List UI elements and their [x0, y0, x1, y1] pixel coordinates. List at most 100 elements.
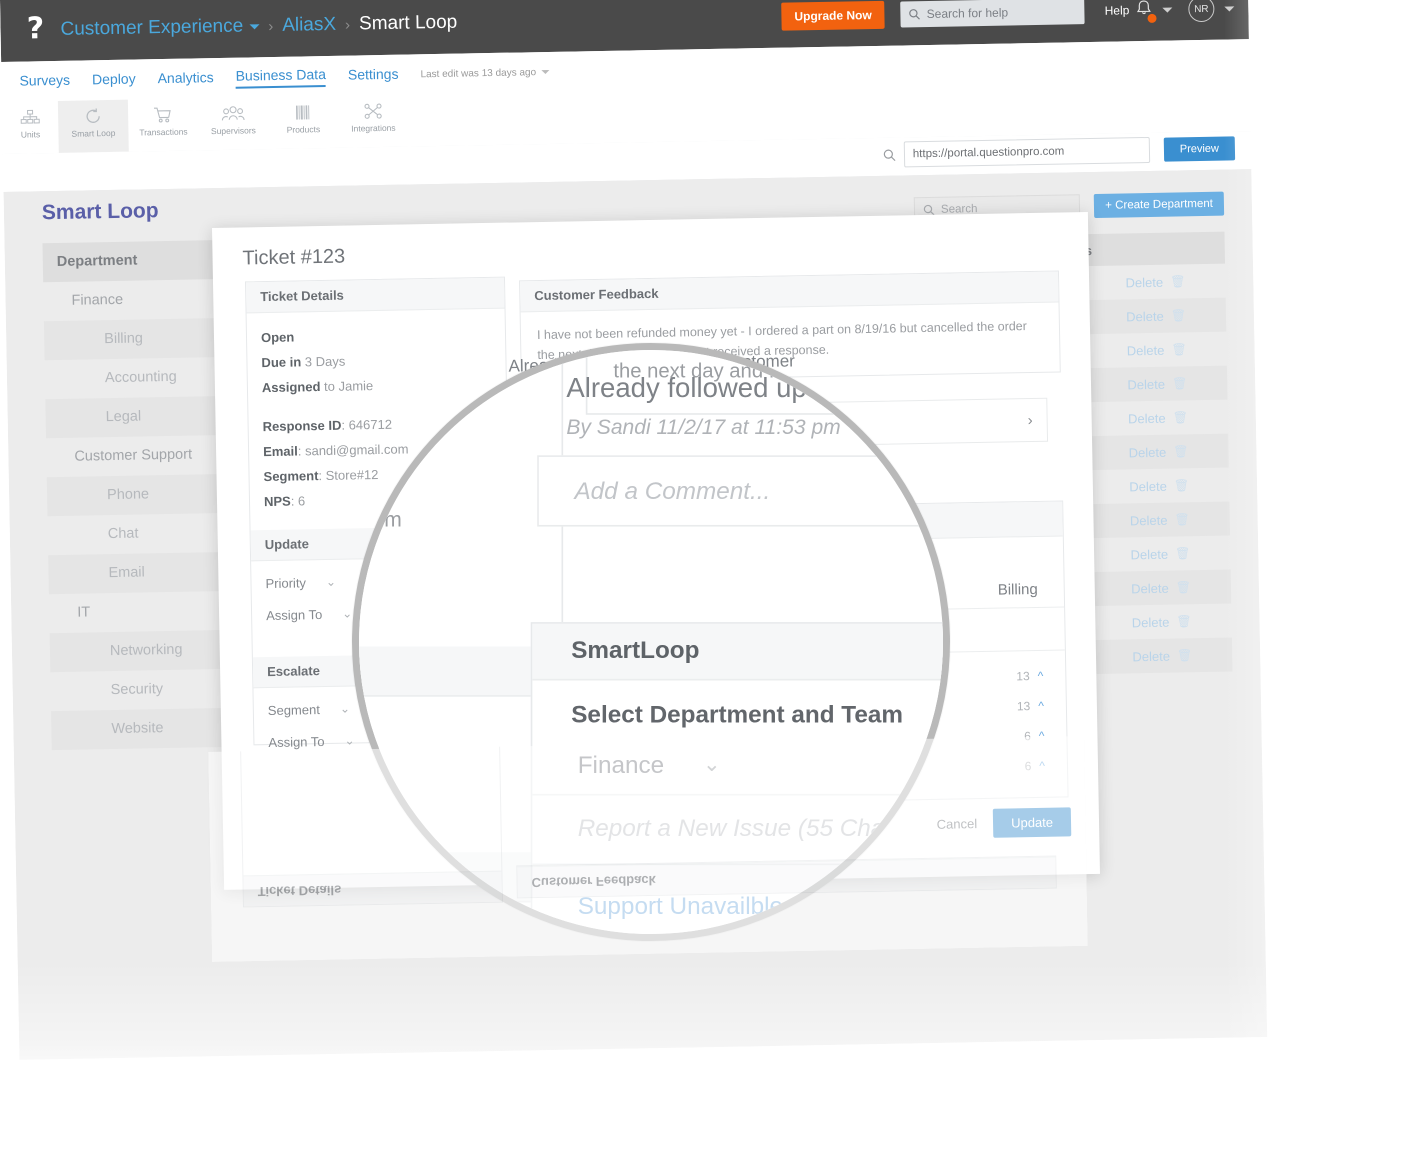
breadcrumb: Customer Experience › AliasX › Smart Loo…: [60, 12, 457, 41]
trash-icon[interactable]: 🗑: [1171, 308, 1186, 322]
module-smart-loop-label: Smart Loop: [58, 128, 128, 139]
trash-icon[interactable]: 🗑: [1177, 648, 1192, 662]
segment-label: Segment: [263, 468, 318, 484]
comment-panel-magnified: Already followed up with the customer By…: [531, 363, 950, 527]
sidebar-item-finance[interactable]: Finance: [43, 279, 222, 321]
breadcrumb-caret-icon[interactable]: [249, 24, 259, 29]
ticket-details-header: Ticket Details: [246, 278, 505, 314]
module-products[interactable]: Products: [268, 96, 339, 135]
page-title: Smart Loop: [42, 199, 159, 225]
due-value: 3 Days: [305, 354, 346, 370]
module-supervisors[interactable]: Supervisors: [198, 97, 269, 136]
delete-label[interactable]: Delete: [1129, 444, 1167, 460]
module-transactions-label: Transactions: [128, 126, 198, 137]
trash-icon[interactable]: 🗑: [1176, 580, 1191, 594]
update-section-header: Update: [352, 646, 562, 696]
preview-button[interactable]: Preview: [1164, 136, 1236, 161]
delete-label[interactable]: Delete: [1127, 376, 1165, 392]
help-label[interactable]: Help: [1105, 3, 1130, 17]
breadcrumb-product[interactable]: Customer Experience: [60, 16, 243, 41]
bottom-edge-fade: [0, 1041, 1424, 1171]
nav-item-business-data[interactable]: Business Data: [235, 66, 326, 89]
delete-label[interactable]: Delete: [1131, 580, 1169, 596]
sidebar-item-chat[interactable]: Chat: [47, 513, 226, 555]
breadcrumb-alias[interactable]: AliasX: [282, 14, 336, 37]
delete-label[interactable]: Delete: [1125, 274, 1163, 290]
trash-icon[interactable]: 🗑: [1170, 274, 1185, 288]
issue-count: 13: [1016, 669, 1030, 683]
trash-icon[interactable]: 🗑: [1174, 478, 1189, 492]
sidebar-item-legal[interactable]: Legal: [45, 396, 224, 438]
trash-icon[interactable]: 🗑: [1173, 444, 1188, 458]
nav-item-surveys[interactable]: Surveys: [19, 71, 70, 91]
nav-item-analytics[interactable]: Analytics: [157, 69, 213, 89]
sidebar-item-billing[interactable]: Billing: [44, 318, 223, 360]
last-edit-caret-icon: [541, 70, 549, 74]
account-dropdown-caret-icon[interactable]: [1224, 6, 1234, 11]
integrations-nodes-icon: [338, 99, 408, 122]
sidebar-item-email[interactable]: Email: [48, 552, 227, 594]
ticket-details-body: Open Due in 3 Days Assigned to Jamie Res…: [352, 343, 562, 621]
breadcrumb-separator-2: ›: [345, 16, 350, 33]
comment-title: Already followed up with the customer: [531, 363, 950, 415]
module-smart-loop[interactable]: Smart Loop: [58, 100, 129, 153]
avatar[interactable]: NR: [1188, 0, 1214, 22]
questionpro-logo-icon[interactable]: ?: [20, 15, 51, 46]
ticket-status: Open: [261, 330, 295, 346]
smartloop-team-value[interactable]: Billing: [998, 580, 1038, 598]
sidebar-item-security[interactable]: Security: [50, 669, 229, 711]
chevron-up-icon[interactable]: ^: [1038, 669, 1044, 683]
tree-header: Department: [42, 240, 221, 282]
priority-label: Priority: [265, 575, 306, 591]
department-tree: Department Finance Billing Accounting Le…: [42, 240, 229, 750]
delete-label[interactable]: Delete: [1126, 308, 1164, 324]
delete-label[interactable]: Delete: [1132, 614, 1170, 630]
trash-icon[interactable]: 🗑: [1172, 410, 1187, 424]
customer-feedback-panel-magnified: Customer Feedback I have not been refund…: [586, 343, 950, 415]
upgrade-now-button[interactable]: Upgrade Now: [781, 1, 885, 31]
module-transactions[interactable]: Transactions: [128, 98, 199, 137]
create-department-button[interactable]: + Create Department: [1094, 192, 1224, 218]
sidebar-item-it[interactable]: IT: [49, 591, 228, 633]
module-units[interactable]: Units: [2, 101, 59, 140]
module-integrations[interactable]: Integrations: [338, 95, 409, 134]
nav-item-deploy[interactable]: Deploy: [92, 70, 136, 90]
chevron-up-icon[interactable]: ^: [1038, 699, 1044, 713]
trash-icon[interactable]: 🗑: [1171, 342, 1186, 356]
trash-icon[interactable]: 🗑: [1174, 512, 1189, 526]
sidebar-item-accounting[interactable]: Accounting: [45, 357, 224, 399]
portal-url-input[interactable]: https://portal.questionpro.com: [904, 137, 1150, 168]
nps-label: NPS: [264, 494, 291, 509]
breadcrumb-separator-1: ›: [268, 17, 273, 34]
trash-icon[interactable]: 🗑: [1172, 376, 1187, 390]
sidebar-item-customer-support[interactable]: Customer Support: [46, 435, 225, 477]
escalate-segment-label: Segment: [268, 702, 320, 718]
comment-byline: By Sandi 11/2/17 at 11:53 pm: [531, 415, 950, 456]
help-search-placeholder: Search for help: [927, 6, 1009, 21]
trash-icon[interactable]: 🗑: [1176, 614, 1191, 628]
sidebar-item-phone[interactable]: Phone: [47, 474, 226, 516]
dialog-title: Ticket #123: [242, 246, 345, 271]
last-edit-status[interactable]: Last edit was 13 days ago: [420, 66, 549, 79]
delete-label[interactable]: Delete: [1127, 342, 1165, 358]
delete-label[interactable]: Delete: [1130, 512, 1168, 528]
chevron-right-icon[interactable]: ›: [1028, 411, 1033, 428]
org-chart-icon: [2, 105, 58, 128]
chevron-down-icon: ⌄: [342, 606, 352, 620]
notification-bell-icon[interactable]: [1135, 0, 1152, 22]
sidebar-item-website[interactable]: Website: [51, 708, 230, 750]
delete-label[interactable]: Delete: [1132, 648, 1170, 664]
delete-label[interactable]: Delete: [1130, 546, 1168, 562]
reflected-ticket-details-header: Ticket Details: [243, 871, 502, 907]
delete-label[interactable]: Delete: [1128, 410, 1166, 426]
sidebar-item-networking[interactable]: Networking: [50, 630, 229, 672]
notification-dropdown-caret-icon[interactable]: [1162, 7, 1172, 12]
add-comment-input[interactable]: Add a Comment... ›: [537, 455, 950, 526]
help-search-input[interactable]: Search for help: [900, 0, 1084, 27]
smartloop-subheader: Select Department and Team: [532, 680, 950, 735]
nav-item-settings[interactable]: Settings: [348, 65, 399, 85]
reflected-ticket-details-panel: Ticket Details: [235, 736, 503, 907]
chevron-down-icon: ⌄: [326, 575, 336, 589]
delete-label[interactable]: Delete: [1129, 478, 1167, 494]
trash-icon[interactable]: 🗑: [1175, 546, 1190, 560]
